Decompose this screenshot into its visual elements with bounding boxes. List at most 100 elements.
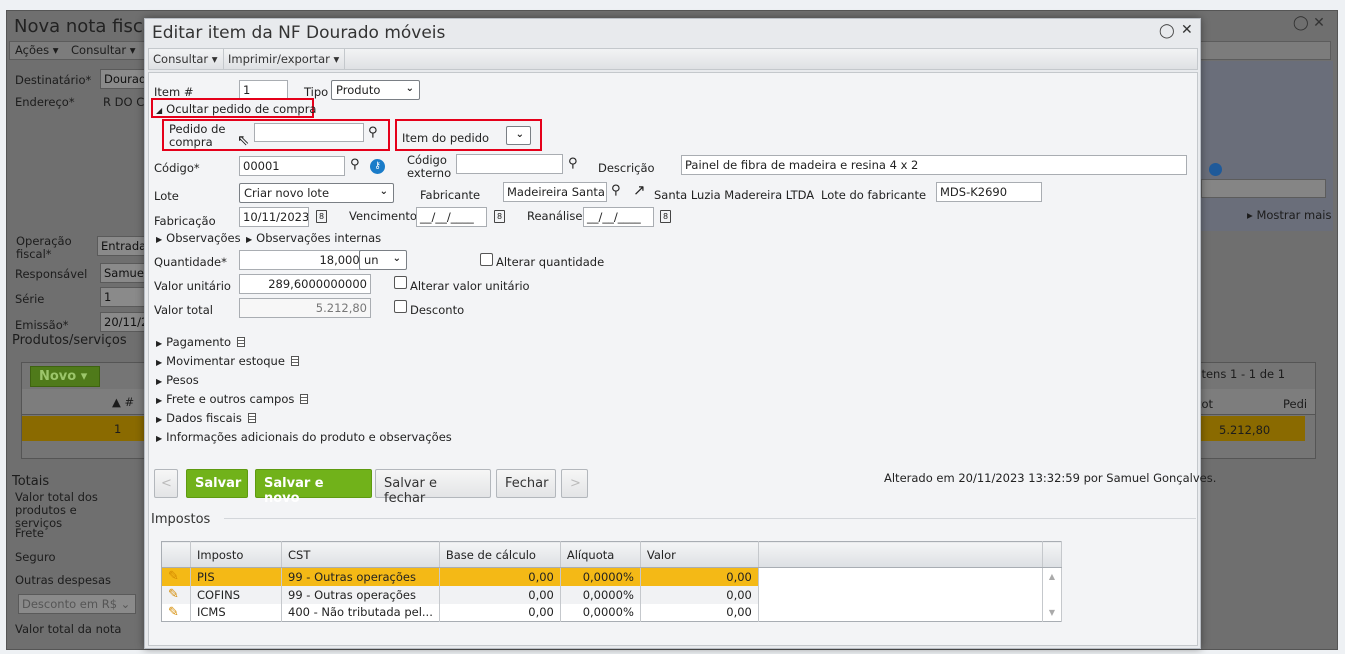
po-item-select[interactable]: ⌄	[506, 126, 531, 145]
close-icon[interactable]: ✕	[1181, 22, 1193, 38]
purchase-order-input[interactable]	[254, 123, 364, 142]
fabricacao-input[interactable]: 10/11/2023	[239, 207, 309, 227]
valor-unitario-input[interactable]: 289,6000000000	[239, 274, 371, 294]
col-valor[interactable]: Valor	[640, 541, 759, 568]
save-and-close-button[interactable]: Salvar e fechar	[375, 469, 491, 506]
table-row[interactable]: ✎ COFINS 99 - Outras operações 0,00 0,00…	[161, 585, 1063, 604]
valor-total-input: 5.212,80	[239, 298, 371, 318]
cell-aliquota: 0,0000%	[560, 603, 641, 622]
descricao-input[interactable]: Painel de fibra de madeira e resina 4 x …	[681, 155, 1187, 175]
fabricante-name: Santa Luzia Madereira LTDA	[654, 188, 815, 202]
cell-cst: 400 - Não tributada pel...	[281, 603, 440, 622]
lote-select[interactable]: Criar novo lote ⌄	[239, 183, 394, 203]
fabricante-input[interactable]: Madeireira Santa L	[503, 182, 607, 202]
chat-icon[interactable]: ◯	[1159, 23, 1175, 39]
lote-fabricante-input[interactable]: MDS-K2690	[936, 182, 1042, 202]
dialog-title: Editar item da NF Dourado móveis	[152, 23, 446, 43]
tipo-select[interactable]: Produto ⌄	[331, 80, 420, 100]
scroll-up-icon[interactable]: ▲	[1042, 567, 1063, 586]
unit-select[interactable]: un ⌄	[359, 250, 407, 270]
table-row[interactable]: ✎ ICMS 400 - Não tributada pel... 0,00 0…	[161, 603, 1063, 622]
desconto-label: Desconto	[410, 303, 465, 317]
codigo-input[interactable]: 00001	[239, 156, 345, 176]
bg-show-more: ▸ Mostrar mais	[1247, 208, 1332, 222]
alterar-quantidade-checkbox[interactable]	[480, 253, 493, 266]
alterar-quantidade-label: Alterar quantidade	[496, 255, 605, 269]
edit-pencil-icon[interactable]: ✎	[168, 587, 179, 602]
bg-total-label: Valor total dos produtos e serviços	[15, 490, 98, 530]
bg-menu-acoes[interactable]: Ações ▾	[15, 43, 59, 57]
quantidade-label: Quantidade*	[154, 255, 227, 269]
save-and-new-button[interactable]: Salvar e novo	[255, 469, 372, 506]
tipo-label: Tipo	[304, 85, 329, 99]
cell-valor: 0,00	[640, 567, 759, 586]
table-header: Imposto CST Base de cálculo Alíquota Val…	[161, 541, 1063, 568]
search-icon[interactable]: ⚲	[350, 157, 360, 172]
item-number-input[interactable]: 1	[239, 80, 288, 100]
key-icon[interactable]: ⚷	[370, 159, 385, 174]
toggle-observacoes[interactable]: ▶ Observações	[156, 231, 241, 245]
lote-fabricante-label: Lote do fabricante	[821, 188, 927, 202]
altered-info: Alterado em 20/11/2023 13:32:59 por Samu…	[884, 471, 1217, 485]
item-label: Item #	[154, 85, 194, 99]
menu-imprimir-exportar[interactable]: Imprimir/exportar ▾	[228, 52, 339, 66]
menu-consultar[interactable]: Consultar ▾	[153, 52, 218, 66]
bg-input: Entrada	[97, 236, 147, 256]
table-row[interactable]: ✎ PIS 99 - Outras operações 0,00 0,0000%…	[161, 567, 1063, 586]
calendar-icon[interactable]: 8	[494, 210, 505, 223]
bg-title: Nova nota fiscal	[14, 16, 159, 37]
next-button[interactable]: >	[561, 469, 588, 498]
valor-unitario-label: Valor unitário	[154, 279, 231, 293]
search-icon[interactable]: ⚲	[611, 183, 621, 198]
bg-label: Endereço*	[15, 95, 75, 109]
search-icon[interactable]: ⚲	[368, 125, 378, 140]
bg-close-icon: ◯ ✕	[1293, 15, 1325, 31]
col-cst[interactable]: CST	[281, 541, 440, 568]
codigo-externo-input[interactable]	[456, 154, 563, 174]
vencimento-input[interactable]: __/__/____	[416, 207, 487, 227]
bg-total-label: Frete	[15, 526, 44, 540]
alterar-valor-label: Alterar valor unitário	[410, 279, 530, 293]
cell-aliquota: 0,0000%	[560, 567, 641, 586]
col-aliquota[interactable]: Alíquota	[560, 541, 641, 568]
edit-pencil-icon[interactable]: ✎	[168, 569, 179, 584]
bg-label: Destinatário*	[15, 73, 92, 87]
section-pesos[interactable]: ▶ Pesos	[156, 373, 199, 387]
section-frete[interactable]: ▶ Frete e outros campos	[156, 392, 309, 406]
scroll-down-icon[interactable]: ▼	[1042, 603, 1063, 622]
bg-row-total: 5.212,80	[1219, 423, 1271, 437]
bg-label: Operação fiscal*	[16, 234, 72, 261]
impostos-title: Impostos	[151, 512, 211, 527]
reanalise-input[interactable]: __/__/____	[583, 207, 654, 227]
toggle-observacoes-internas[interactable]: ▶ Observações internas	[246, 231, 381, 245]
bg-discount-select: Desconto em R$ ⌄	[18, 594, 136, 614]
reanalise-label: Reanálise	[527, 209, 583, 223]
quantidade-input[interactable]: 18,0000	[239, 250, 371, 270]
cell-base: 0,00	[439, 585, 561, 604]
cell-valor: 0,00	[640, 603, 759, 622]
previous-button[interactable]: <	[154, 469, 178, 498]
section-pagamento[interactable]: ▶ Pagamento	[156, 335, 246, 349]
section-informacoes-adicionais[interactable]: ▶ Informações adicionais do produto e obs…	[156, 430, 452, 444]
bg-input: 1	[100, 287, 150, 307]
calendar-icon[interactable]: 8	[660, 210, 671, 223]
section-dados-fiscais[interactable]: ▶ Dados fiscais	[156, 411, 256, 425]
desconto-checkbox[interactable]	[394, 300, 407, 313]
bg-value: R DO C	[103, 95, 145, 109]
bg-menu-consultar[interactable]: Consultar ▾	[71, 43, 136, 57]
edit-pencil-icon[interactable]: ✎	[168, 605, 179, 620]
section-movimentar-estoque[interactable]: ▶ Movimentar estoque	[156, 354, 299, 368]
calendar-icon[interactable]: 8	[316, 210, 327, 223]
col-imposto[interactable]: Imposto	[190, 541, 282, 568]
col-base[interactable]: Base de cálculo	[439, 541, 561, 568]
external-link-icon[interactable]: ↗	[633, 181, 646, 199]
po-label: Pedido de compra	[169, 122, 226, 149]
alterar-valor-checkbox[interactable]	[394, 276, 407, 289]
bg-novo-button: Novo ▾	[30, 366, 100, 387]
close-button[interactable]: Fechar	[496, 469, 556, 498]
cell-imposto: ICMS	[190, 603, 282, 622]
toggle-purchase-order[interactable]: ◢ Ocultar pedido de compra	[156, 102, 316, 116]
save-button[interactable]: Salvar	[186, 469, 248, 498]
search-icon[interactable]: ⚲	[568, 156, 578, 171]
cell-valor: 0,00	[640, 585, 759, 604]
